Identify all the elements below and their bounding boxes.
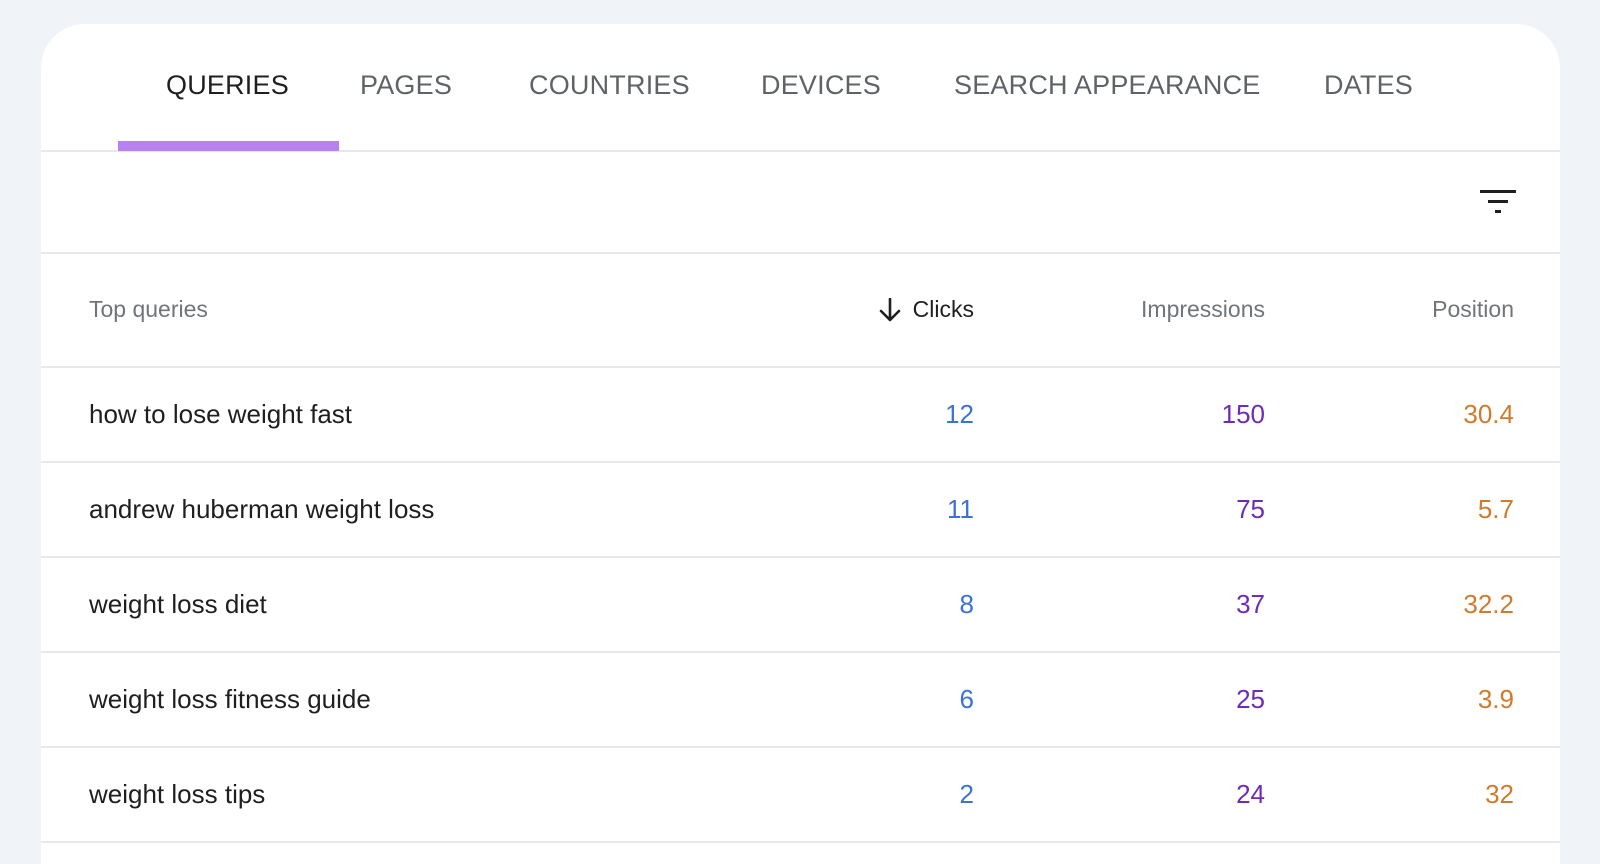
column-header-position[interactable]: Position [1432,296,1514,323]
active-tab-indicator [118,141,339,151]
column-header-impressions[interactable]: Impressions [1141,296,1265,323]
performance-card: QUERIES PAGES COUNTRIES DEVICES SEARCH A… [41,24,1560,864]
table-row[interactable]: weight loss diet 8 37 32.2 [41,558,1560,653]
tab-queries[interactable]: QUERIES [166,70,289,101]
clicks-cell: 2 [959,779,974,809]
impressions-cell: 24 [1236,779,1265,809]
impressions-cell: 37 [1236,589,1265,619]
position-cell: 32.2 [1463,589,1514,619]
filter-icon [1480,190,1516,213]
query-cell: weight loss fitness guide [89,684,371,714]
query-cell: how to lose weight fast [89,399,353,429]
arrow-down-icon [879,297,900,321]
table-body: how to lose weight fast 12 150 30.4 andr… [41,368,1560,843]
clicks-cell: 6 [959,684,974,714]
tab-bar: QUERIES PAGES COUNTRIES DEVICES SEARCH A… [41,24,1560,152]
query-cell: weight loss diet [89,589,267,619]
tab-dates[interactable]: DATES [1324,70,1413,101]
position-cell: 5.7 [1477,494,1514,524]
filter-button[interactable] [1474,178,1522,226]
position-cell: 30.4 [1463,399,1514,429]
tab-countries[interactable]: COUNTRIES [529,70,690,101]
table-row[interactable]: andrew huberman weight loss 11 75 5.7 [41,463,1560,558]
query-cell: weight loss tips [89,779,266,809]
tab-devices[interactable]: DEVICES [761,70,881,101]
clicks-cell: 11 [947,494,974,524]
tab-pages[interactable]: PAGES [360,70,452,101]
table-row[interactable]: how to lose weight fast 12 150 30.4 [41,368,1560,463]
clicks-cell: 8 [959,589,974,619]
query-cell: andrew huberman weight loss [89,494,435,524]
column-header-clicks[interactable]: Clicks [879,296,974,323]
impressions-cell: 75 [1236,494,1265,524]
table-toolbar [41,152,1560,254]
impressions-cell: 150 [1221,399,1265,429]
column-header-clicks-label: Clicks [912,296,974,322]
clicks-cell: 12 [945,399,974,429]
table-header: Top queries Clicks Impressions Position [41,254,1560,368]
column-header-top-queries[interactable]: Top queries [89,296,208,323]
position-cell: 32 [1485,779,1514,809]
impressions-cell: 25 [1236,684,1265,714]
tab-search-appearance[interactable]: SEARCH APPEARANCE [954,70,1261,101]
table-row[interactable]: weight loss fitness guide 6 25 3.9 [41,653,1560,748]
position-cell: 3.9 [1477,684,1514,714]
table-row[interactable]: weight loss tips 2 24 32 [41,748,1560,843]
